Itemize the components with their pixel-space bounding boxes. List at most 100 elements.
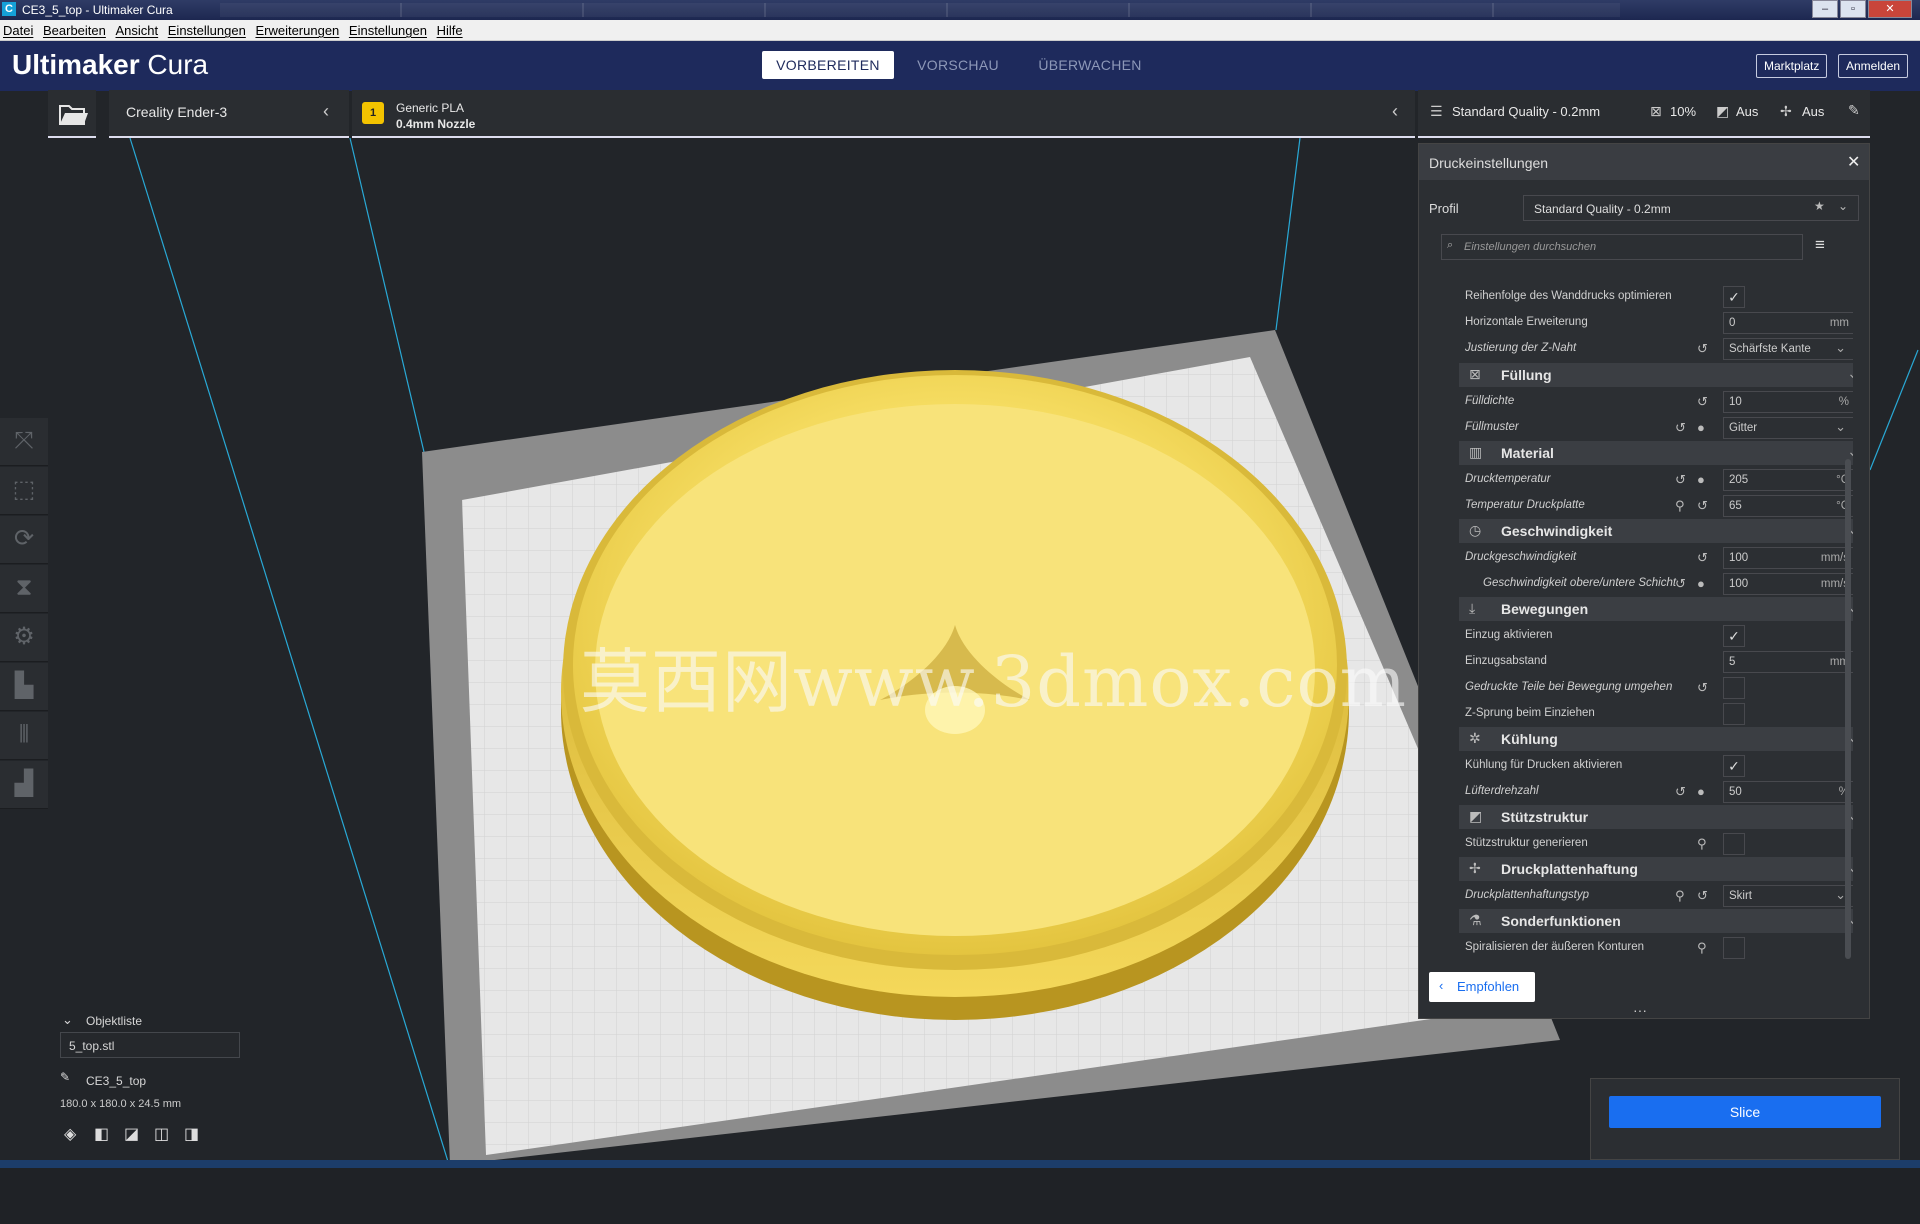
setting-label: Spiralisieren der äußeren Konturen [1465,941,1644,953]
checkbox[interactable]: ✓ [1723,755,1745,777]
checkbox[interactable] [1723,703,1745,725]
menu-einstellungen[interactable]: Einstellungen [165,20,249,38]
reset-icon[interactable]: ↺ [1675,784,1686,800]
dropdown-field[interactable]: Schärfste Kante ⌄ [1723,338,1853,360]
menu-ansicht[interactable]: Ansicht [113,20,162,38]
search-input[interactable]: ⌕ Einstellungen durchsuchen [1441,234,1803,260]
menu-erweiterungen[interactable]: Erweiterungen [252,20,342,38]
view-right-icon[interactable]: ◨ [184,1124,199,1144]
per-model-settings-icon[interactable]: ⚙ [0,614,48,662]
open-file-button[interactable] [48,90,96,138]
tab-prepare[interactable]: VORBEREITEN [762,51,894,79]
tab-monitor[interactable]: ÜBERWACHEN [1030,51,1150,79]
reset-icon[interactable]: ↺ [1697,341,1708,357]
text-field[interactable]: 100 mm/s [1723,547,1853,569]
settings-menu-icon[interactable]: ≡ [1815,235,1825,255]
profile-dropdown[interactable]: Standard Quality - 0.2mm ★ ⌄ [1523,195,1859,221]
reset-icon[interactable]: ↺ [1697,680,1708,696]
menu-bearbeiten[interactable]: Bearbeiten [40,20,109,38]
info-icon[interactable]: ● [1697,784,1705,799]
text-field[interactable]: 205 °C [1723,469,1853,491]
chevron-down-icon: ⌄ [1835,340,1846,355]
tab-preview[interactable]: VORSCHAU [902,51,1014,79]
setting-label: Stützstruktur generieren [1465,837,1588,849]
os-taskbar [0,1160,1920,1168]
category-special[interactable]: ⚗Sonderfunktionen⌄ [1459,909,1853,933]
setting-row: Reihenfolge des Wanddrucks optimieren ✓ [1465,284,1853,310]
view-3d-icon[interactable]: ◈ [64,1124,76,1144]
view-top-icon[interactable]: ◪ [124,1124,139,1144]
text-field[interactable]: 50% [1723,781,1853,803]
menu-einstellungen-2[interactable]: Einstellungen [346,20,430,38]
checkbox[interactable] [1723,833,1745,855]
category-fill[interactable]: ⊠ Füllung ⌄ [1459,363,1853,387]
field-unit: % [1838,396,1849,408]
scale-tool-icon[interactable]: ⬚ [0,467,48,515]
marketplace-button[interactable]: Marktplatz [1756,54,1828,78]
setting-row: Kühlung für Drucken aktivieren ✓ [1465,753,1853,779]
checkbox[interactable]: ✓ [1723,625,1745,647]
slice-button[interactable]: Slice [1609,1096,1881,1128]
menu-datei[interactable]: Datei [0,20,36,38]
category-adhesion[interactable]: ✢Druckplattenhaftung⌄ [1459,857,1853,881]
reset-icon[interactable]: ↺ [1675,420,1686,436]
close-icon[interactable]: ✕ [1847,152,1860,172]
info-icon[interactable]: ● [1697,420,1705,435]
category-cooling[interactable]: ✲Kühlung⌄ [1459,727,1853,751]
profile-label: Profil [1429,201,1459,216]
setting-label: Drucktemperatur [1465,473,1551,485]
reset-icon[interactable]: ↺ [1675,576,1686,592]
checkbox[interactable] [1723,677,1745,699]
info-icon[interactable]: ● [1697,472,1705,487]
checkbox[interactable] [1723,937,1745,959]
dropdown-field[interactable]: Gitter ⌄ [1723,417,1853,439]
info-icon[interactable]: ● [1697,576,1705,591]
logo-bold: Ultimaker [12,49,140,80]
text-field[interactable]: 100 mm/s [1723,573,1853,595]
setting-row: Stützstruktur generieren ⚲ [1465,831,1853,857]
category-travel[interactable]: ⤓Bewegungen⌄ [1459,597,1853,621]
reset-icon[interactable]: ↺ [1697,498,1708,514]
maximize-button[interactable]: ▫ [1840,0,1866,18]
field-value: Schärfste Kante [1729,343,1811,355]
minimize-button[interactable]: – [1812,0,1838,18]
text-field[interactable]: 10% [1723,391,1853,413]
material-selector[interactable]: 1 Generic PLA 0.4mm Nozzle ‹ [352,90,1415,138]
text-field[interactable]: 0 mm [1723,312,1853,334]
category-support[interactable]: ◩Stützstruktur⌄ [1459,805,1853,829]
chevron-down-icon[interactable]: ⌄ [62,1012,73,1028]
recommended-button[interactable]: ‹ Empfohlen [1429,972,1535,1002]
tool-icon[interactable]: ▟ [0,761,48,809]
signin-button[interactable]: Anmelden [1838,54,1909,78]
print-settings-selector[interactable]: ☰ Standard Quality - 0.2mm ⊠ 10% ◩ Aus ✢… [1418,90,1870,138]
mirror-tool-icon[interactable]: ⧗ [0,565,48,613]
reset-icon[interactable]: ↺ [1675,472,1686,488]
scrollbar[interactable] [1845,459,1851,959]
chevron-left-icon: ‹ [1439,978,1444,993]
rotate-tool-icon[interactable]: ⟳ [0,516,48,564]
machine-selector[interactable]: Creality Ender-3 ‹ [109,90,349,138]
object-list-header[interactable]: Objektliste [86,1014,142,1028]
setting-row: Drucktemperatur ↺ ● 205 °C [1465,467,1853,493]
reset-icon[interactable]: ↺ [1697,888,1708,904]
move-tool-icon[interactable]: ⤧ [0,418,48,466]
view-left-icon[interactable]: ◫ [154,1124,169,1144]
support-blocker-icon[interactable]: ▙ [0,663,48,711]
text-field[interactable]: 65 °C [1723,495,1853,517]
category-material[interactable]: ▥ Material ⌄ [1459,441,1853,465]
dropdown-field[interactable]: Skirt ⌄ [1723,885,1853,907]
object-list-item[interactable]: 5_top.stl [60,1032,240,1058]
close-window-button[interactable]: ✕ [1868,0,1912,18]
custom-support-icon[interactable]: ⦀ [0,712,48,760]
reset-icon[interactable]: ↺ [1697,550,1708,566]
checkbox[interactable]: ✓ [1723,286,1745,308]
reset-icon[interactable]: ↺ [1697,394,1708,410]
text-field[interactable]: 5 mm [1723,651,1853,673]
pencil-icon[interactable]: ✎ [60,1070,70,1084]
resize-handle[interactable]: ··· [1633,1002,1647,1018]
menu-hilfe[interactable]: Hilfe [434,20,466,38]
field-value: 0 [1729,317,1736,329]
view-front-icon[interactable]: ◧ [94,1124,109,1144]
stage-toolbar: Creality Ender-3 ‹ 1 Generic PLA 0.4mm N… [0,90,1920,140]
category-speed[interactable]: ◷Geschwindigkeit⌄ [1459,519,1853,543]
